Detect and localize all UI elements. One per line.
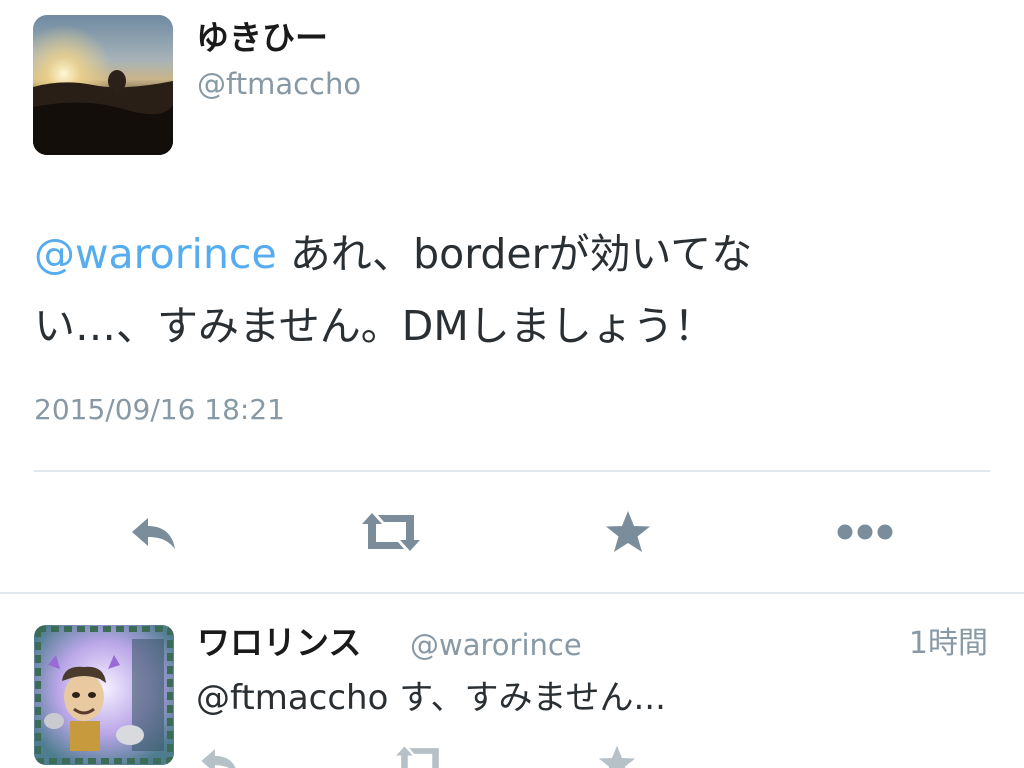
divider <box>34 470 990 472</box>
reply-retweet-button[interactable] <box>392 744 448 768</box>
reply-reply-button[interactable] <box>198 744 242 768</box>
cartoon-avatar-image <box>34 625 174 765</box>
reply-button[interactable] <box>126 508 182 556</box>
retweet-icon <box>362 513 420 551</box>
tweet-text-line1: あれ、borderが効いてな <box>276 230 753 278</box>
author-name[interactable]: ゆきひー <box>196 16 328 60</box>
tweet-divider <box>0 592 1024 594</box>
reply-icon <box>132 518 175 549</box>
favorite-button[interactable] <box>602 508 654 556</box>
retweet-button[interactable] <box>356 508 426 556</box>
retweet-icon <box>396 746 439 768</box>
reply-text: @ftmaccho す、すみません... <box>196 678 666 718</box>
star-icon <box>598 745 636 768</box>
mention-link[interactable]: @warorince <box>34 230 277 278</box>
reply-author-avatar[interactable] <box>34 625 174 765</box>
reply-author-handle[interactable]: @warorince <box>410 624 582 666</box>
star-icon <box>606 511 650 552</box>
more-button[interactable] <box>832 508 898 556</box>
author-handle[interactable]: @ftmaccho <box>197 64 361 104</box>
reply-icon <box>201 749 236 768</box>
tweet-text-line2: い…、すみません。DMしましょう！ <box>34 302 715 350</box>
reply-timestamp: 1時間 <box>908 626 988 661</box>
tweet-timestamp: 2015/09/16 18:21 <box>34 393 285 426</box>
tweet-text: @warorince あれ、borderが効いてな い…、すみません。DMしまし… <box>34 218 994 362</box>
reply-author-name[interactable]: ワロリンス <box>197 620 361 666</box>
balloon-sunset-photo <box>33 15 173 155</box>
author-avatar[interactable] <box>33 15 173 155</box>
more-icon <box>837 524 893 540</box>
reply-favorite-button[interactable] <box>598 744 636 768</box>
